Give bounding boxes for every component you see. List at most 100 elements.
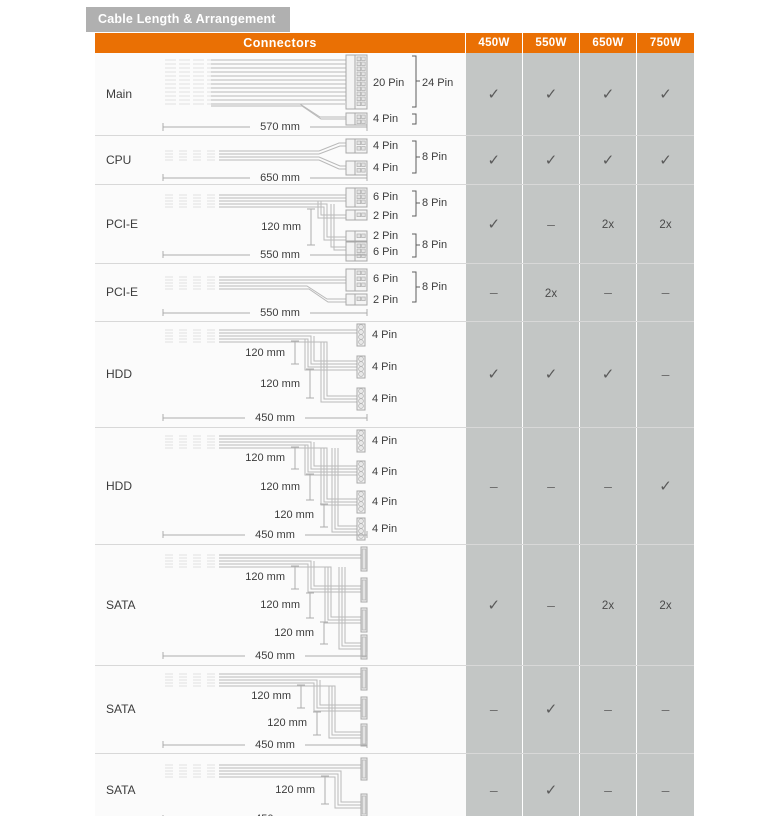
support-cell-650w: –: [579, 665, 637, 754]
support-cell-550w: ✓: [522, 53, 580, 136]
support-cell-550w: –: [522, 544, 580, 666]
branch-length-label: 120 mm: [261, 221, 301, 233]
pin-label: 4 Pin: [372, 361, 398, 373]
cable-diagram-cpu: CPU 4 Pin 4 Pin 8 Pin 650 mm: [95, 135, 466, 185]
pin-label: 4 Pin: [373, 113, 399, 125]
length-label: 450 mm: [255, 412, 295, 424]
support-cell-550w: –: [522, 184, 580, 264]
pin-label: 6 Pin: [373, 246, 399, 258]
brace-label: 24 Pin: [422, 77, 454, 89]
support-mark: ✓: [601, 151, 615, 169]
column-header-450w: 450W: [465, 33, 523, 53]
support-cell-750w: –: [636, 263, 694, 322]
table-row: SATA: [95, 753, 694, 816]
pin-label: 4 Pin: [372, 496, 398, 508]
branch-length-label: 120 mm: [274, 627, 314, 639]
pin-label: 4 Pin: [372, 523, 398, 535]
section-title-tab: Cable Length & Arrangement: [86, 7, 290, 32]
support-mark: –: [547, 477, 555, 494]
table-header: Connectors 450W 550W 650W 750W: [95, 33, 694, 53]
support-cell-550w: –: [522, 427, 580, 545]
support-mark: –: [547, 596, 555, 613]
table-row: PCI-E: [95, 263, 694, 322]
support-mark: ✓: [487, 596, 501, 614]
support-cell-450w: –: [465, 427, 523, 545]
table-row: HDD: [95, 321, 694, 428]
cable-diagram-hdd-3: HDD 4 Pin 4 Pin 4 Pin 120 mm 120 mm 450 …: [95, 321, 466, 428]
support-cell-450w: –: [465, 665, 523, 754]
support-cell-650w: –: [579, 753, 637, 816]
support-mark: –: [604, 477, 612, 494]
cable-diagram-pcie-dual: PCI-E 6 Pin 2 Pin 2 Pin 6 Pin 8 Pin 8 Pi…: [95, 184, 466, 264]
support-cell-650w: 2x: [579, 184, 637, 264]
support-mark: –: [489, 781, 498, 798]
support-cell-750w: ✓: [636, 135, 694, 185]
pin-label: 4 Pin: [372, 393, 398, 405]
table-body: Main 20 Pin 4 Pin 24 Pin 570 mm ✓ ✓ ✓ ✓ …: [95, 53, 694, 816]
support-mark: 2x: [659, 219, 672, 232]
column-header-550w: 550W: [522, 33, 580, 53]
branch-length-label: 120 mm: [260, 378, 300, 390]
branch-length-label: 120 mm: [275, 784, 315, 796]
support-mark: ✓: [659, 151, 672, 169]
cable-diagram-hdd-4: HDD 4 Pin 4 Pin 4 Pin 4 Pin 120 mm 120 m…: [95, 427, 466, 545]
support-mark: 2x: [544, 287, 558, 300]
support-mark: ✓: [487, 366, 501, 383]
support-mark: –: [661, 366, 670, 382]
support-mark: ✓: [544, 85, 558, 103]
support-cell-450w: ✓: [465, 184, 523, 264]
support-cell-450w: –: [465, 753, 523, 816]
support-cell-750w: 2x: [636, 184, 694, 264]
support-mark: –: [661, 781, 670, 798]
table-row: SATA: [95, 544, 694, 666]
support-cell-650w: ✓: [579, 135, 637, 185]
brace-label: 8 Pin: [422, 151, 448, 163]
cable-diagram-sata-4: SATA 120 mm 120 mm 120 mm 450 mm: [95, 544, 466, 666]
table-header-row: Connectors 450W 550W 650W 750W: [95, 33, 694, 53]
support-cell-450w: ✓: [465, 544, 523, 666]
support-cell-550w: ✓: [522, 135, 580, 185]
branch-length-label: 120 mm: [251, 690, 291, 702]
cable-diagram-sata-3: SATA 120 mm 120 mm 450 mm: [95, 665, 466, 754]
support-mark: –: [604, 284, 612, 300]
support-mark: ✓: [544, 781, 558, 799]
support-cell-550w: ✓: [522, 665, 580, 754]
support-mark: ✓: [659, 85, 672, 103]
support-cell-550w: 2x: [522, 263, 580, 322]
brace-label: 8 Pin: [422, 239, 448, 251]
branch-length-label: 120 mm: [260, 481, 300, 493]
support-mark: ✓: [544, 151, 558, 169]
pin-label: 4 Pin: [372, 466, 398, 478]
brace-label: 8 Pin: [422, 281, 448, 293]
support-mark: –: [547, 215, 555, 232]
branch-length-label: 120 mm: [245, 347, 285, 359]
column-header-650w: 650W: [579, 33, 637, 53]
column-header-750w: 750W: [636, 33, 694, 53]
support-mark: –: [661, 701, 670, 717]
pin-label: 4 Pin: [372, 435, 398, 447]
support-mark: ✓: [601, 366, 615, 383]
table-row: CPU 4 Pin 4 Pin 8 Pin 650 mm ✓ ✓ ✓ ✓: [95, 135, 694, 185]
pin-label: 4 Pin: [372, 329, 398, 341]
cable-length-table: Connectors 450W 550W 650W 750W Main 20 P…: [95, 33, 694, 816]
column-header-connectors: Connectors: [95, 33, 466, 53]
pin-label: 2 Pin: [373, 210, 399, 222]
pin-label: 4 Pin: [373, 162, 399, 174]
branch-length-label: 120 mm: [274, 509, 314, 521]
support-mark: ✓: [544, 366, 558, 383]
length-label: 450 mm: [255, 650, 295, 662]
length-label: 550 mm: [260, 307, 300, 319]
length-label: 570 mm: [260, 121, 300, 133]
support-cell-650w: –: [579, 263, 637, 322]
table-row: Main 20 Pin 4 Pin 24 Pin 570 mm ✓ ✓ ✓ ✓: [95, 53, 694, 136]
support-mark: –: [489, 701, 498, 717]
cable-spec-page: Cable Length & Arrangement Connectors 45…: [0, 0, 780, 816]
support-cell-450w: ✓: [465, 53, 523, 136]
support-mark: ✓: [601, 85, 615, 103]
support-cell-450w: ✓: [465, 135, 523, 185]
support-cell-550w: ✓: [522, 753, 580, 816]
support-cell-750w: ✓: [636, 427, 694, 545]
pin-label: 2 Pin: [373, 294, 399, 306]
table-row: SATA: [95, 665, 694, 754]
pin-label: 6 Pin: [373, 273, 399, 285]
